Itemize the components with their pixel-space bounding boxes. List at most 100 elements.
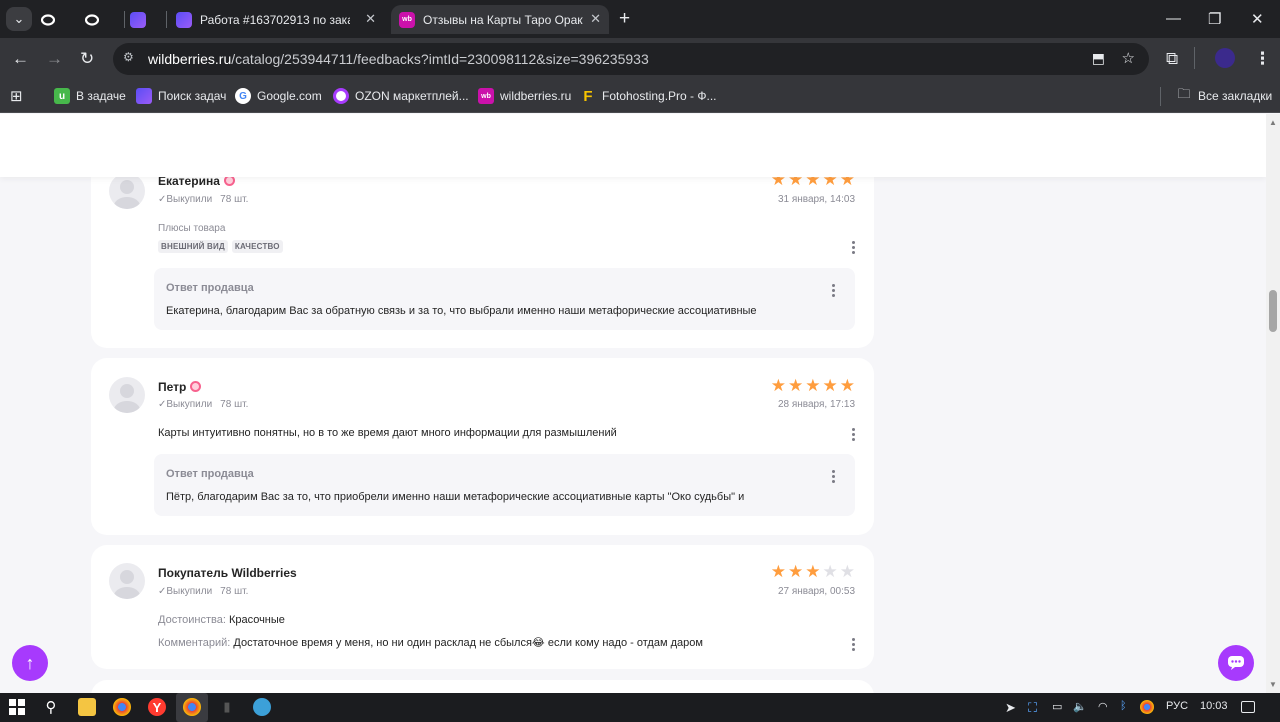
tab-separator — [124, 11, 125, 28]
apps-icon[interactable]: ⊞ — [10, 86, 23, 106]
more-options-icon[interactable] — [852, 428, 856, 443]
scrollbar-thumb[interactable] — [1269, 290, 1277, 332]
bought-info: ✓Выкупили 78 шт. — [158, 586, 249, 597]
reviewer-name: Петр — [158, 380, 202, 394]
bookmark-label: Поиск задач — [158, 89, 227, 103]
profile-avatar[interactable] — [1215, 48, 1235, 68]
reply-text: Екатерина, благодарим Вас за обратную св… — [166, 305, 757, 317]
forward-icon[interactable]: → — [46, 49, 63, 69]
u-icon: u — [54, 88, 70, 104]
restore-icon[interactable]: ❐ — [1208, 10, 1221, 28]
new-tab-button[interactable]: + — [619, 8, 630, 30]
star-icon: ★ — [805, 562, 821, 581]
pros-label: Плюсы товара — [158, 223, 226, 234]
review-text: Карты интуитивно понятны, но в то же вре… — [158, 427, 617, 439]
scroll-down-icon[interactable]: ▼ — [1269, 680, 1277, 689]
star-icon: ★ — [822, 376, 838, 395]
chrome-icon[interactable] — [113, 698, 131, 716]
bookmark-star-icon[interactable]: ☆ — [1122, 49, 1135, 67]
taskbar: ⚲ Y ▮ ➤ ⛶ ▭ 🔈 ◠ ᛒ РУС 10:03 — [0, 693, 1280, 722]
tab-pinned-2[interactable] — [84, 5, 118, 34]
comment: Комментарий: Достаточное время у меня, н… — [158, 637, 703, 649]
language-indicator[interactable]: РУС — [1166, 700, 1188, 712]
tab-search-button[interactable]: ⌄ — [6, 7, 32, 31]
file-explorer-icon[interactable] — [78, 698, 96, 716]
review-date: 28 января, 17:13 — [777, 399, 855, 410]
more-options-icon[interactable] — [852, 241, 856, 256]
folder-icon: 🗀 — [1177, 86, 1191, 101]
more-options-icon[interactable] — [832, 470, 836, 485]
opera-icon — [40, 12, 56, 28]
reply-title: Ответ продавца — [166, 468, 254, 480]
bookmark-item[interactable]: OZON маркетплей... — [333, 86, 469, 106]
notifications-icon[interactable] — [1241, 701, 1255, 713]
sticky-header — [0, 114, 1266, 177]
tab-work-order[interactable]: Работа #163702913 по заказу ✕ — [174, 5, 384, 34]
menu-icon[interactable]: ⋮ — [1254, 49, 1271, 69]
tab-title: Работа #163702913 по заказу — [200, 12, 350, 27]
telegram-icon[interactable]: ➤ — [1005, 700, 1016, 716]
tab-pinned-3[interactable] — [130, 5, 164, 34]
bookmark-label: Google.com — [257, 89, 322, 103]
scroll-to-top-button[interactable]: ↑ — [12, 645, 48, 681]
review-card: Екатерина ✓Выкупили 78 шт. ★ ★ ★ ★ ★ 31 январ… — [91, 152, 874, 348]
tab-pinned-1[interactable] — [40, 5, 74, 34]
star-icon: ★ — [770, 376, 786, 395]
windows-start-icon[interactable] — [8, 698, 26, 716]
browser-toolbar: ← → ↻ ⚙ wildberries.ru/catalog/253944711… — [0, 38, 1280, 80]
bluetooth-icon[interactable]: ᛒ — [1120, 700, 1127, 712]
clock[interactable]: 10:03 — [1200, 700, 1228, 712]
tab-reviews[interactable]: wb Отзывы на Карты Таро Оракул ✕ — [391, 5, 609, 34]
scrollbar[interactable]: ▲ ▼ — [1266, 114, 1280, 693]
scroll-up-icon[interactable]: ▲ — [1269, 118, 1277, 127]
tab-separator — [166, 11, 167, 28]
chrome-icon[interactable] — [183, 698, 201, 716]
site-info-icon[interactable]: ⚙ — [123, 50, 141, 68]
wifi-icon[interactable]: ◠ — [1098, 700, 1108, 713]
screenshot-icon[interactable]: ⛶ — [1028, 700, 1037, 716]
bought-info: ✓Выкупили 78 шт. — [158, 399, 249, 410]
close-icon[interactable]: ✕ — [365, 11, 376, 27]
bookmark-item[interactable]: wb wildberries.ru — [478, 86, 571, 106]
bookmark-label: wildberries.ru — [500, 89, 572, 103]
shield-icon — [176, 11, 192, 28]
app-icon[interactable]: ▮ — [218, 698, 236, 716]
review-card: Покупатель Wildberries ✓Выкупили 78 шт. ★… — [91, 545, 874, 669]
bookmark-item[interactable]: u В задаче — [54, 86, 126, 106]
star-icon: ★ — [822, 562, 838, 581]
extensions-icon[interactable]: ⧉ — [1166, 49, 1178, 69]
address-bar[interactable]: ⚙ wildberries.ru/catalog/253944711/feedb… — [113, 43, 1149, 75]
battery-icon[interactable]: ▭ — [1052, 700, 1062, 713]
chat-button[interactable] — [1218, 645, 1254, 681]
avatar — [109, 377, 145, 413]
tab-strip: ⌄ Работа #163702913 по заказу ✕ wb Отзыв… — [0, 0, 1280, 38]
toolbar-divider — [1194, 47, 1195, 69]
install-app-icon[interactable]: ⬒ — [1092, 50, 1105, 67]
bookmark-item[interactable]: G Google.com — [235, 86, 322, 106]
search-icon[interactable]: ⚲ — [42, 698, 60, 716]
bookmarks-bar: ⊞ u В задаче Поиск задач G Google.com OZ… — [0, 80, 1280, 113]
rating-stars: ★ ★ ★ ★ ★ — [771, 562, 855, 581]
review-date: 31 января, 14:03 — [777, 194, 855, 205]
more-options-icon[interactable] — [852, 638, 856, 653]
more-options-icon[interactable] — [832, 284, 836, 299]
volume-icon[interactable]: 🔈 — [1073, 700, 1087, 713]
close-window-icon[interactable]: ✕ — [1251, 10, 1264, 28]
all-bookmarks[interactable]: 🗀 Все закладки — [1176, 86, 1272, 106]
bookmark-label: OZON маркетплей... — [355, 89, 469, 103]
app-icon[interactable] — [253, 698, 271, 716]
minimize-icon[interactable]: — — [1166, 10, 1181, 27]
seller-reply: Ответ продавца Екатерина, благодарим Вас… — [154, 268, 855, 330]
tag: ВНЕШНИЙ ВИД — [158, 240, 228, 253]
advantages: Достоинства: Красочные — [158, 614, 285, 626]
opera-icon — [84, 12, 100, 28]
bookmark-item[interactable]: F Fotohosting.Pro - Ф... — [580, 86, 716, 106]
chrome-tray-icon[interactable] — [1140, 700, 1154, 714]
bookmark-item[interactable]: Поиск задач — [136, 86, 226, 106]
yandex-icon[interactable]: Y — [148, 698, 166, 716]
close-icon[interactable]: ✕ — [590, 11, 601, 27]
back-icon[interactable]: ← — [12, 49, 29, 69]
bought-info: ✓Выкупили 78 шт. — [158, 194, 249, 205]
all-bookmarks-label: Все закладки — [1198, 89, 1273, 103]
reload-icon[interactable]: ↻ — [80, 49, 94, 69]
